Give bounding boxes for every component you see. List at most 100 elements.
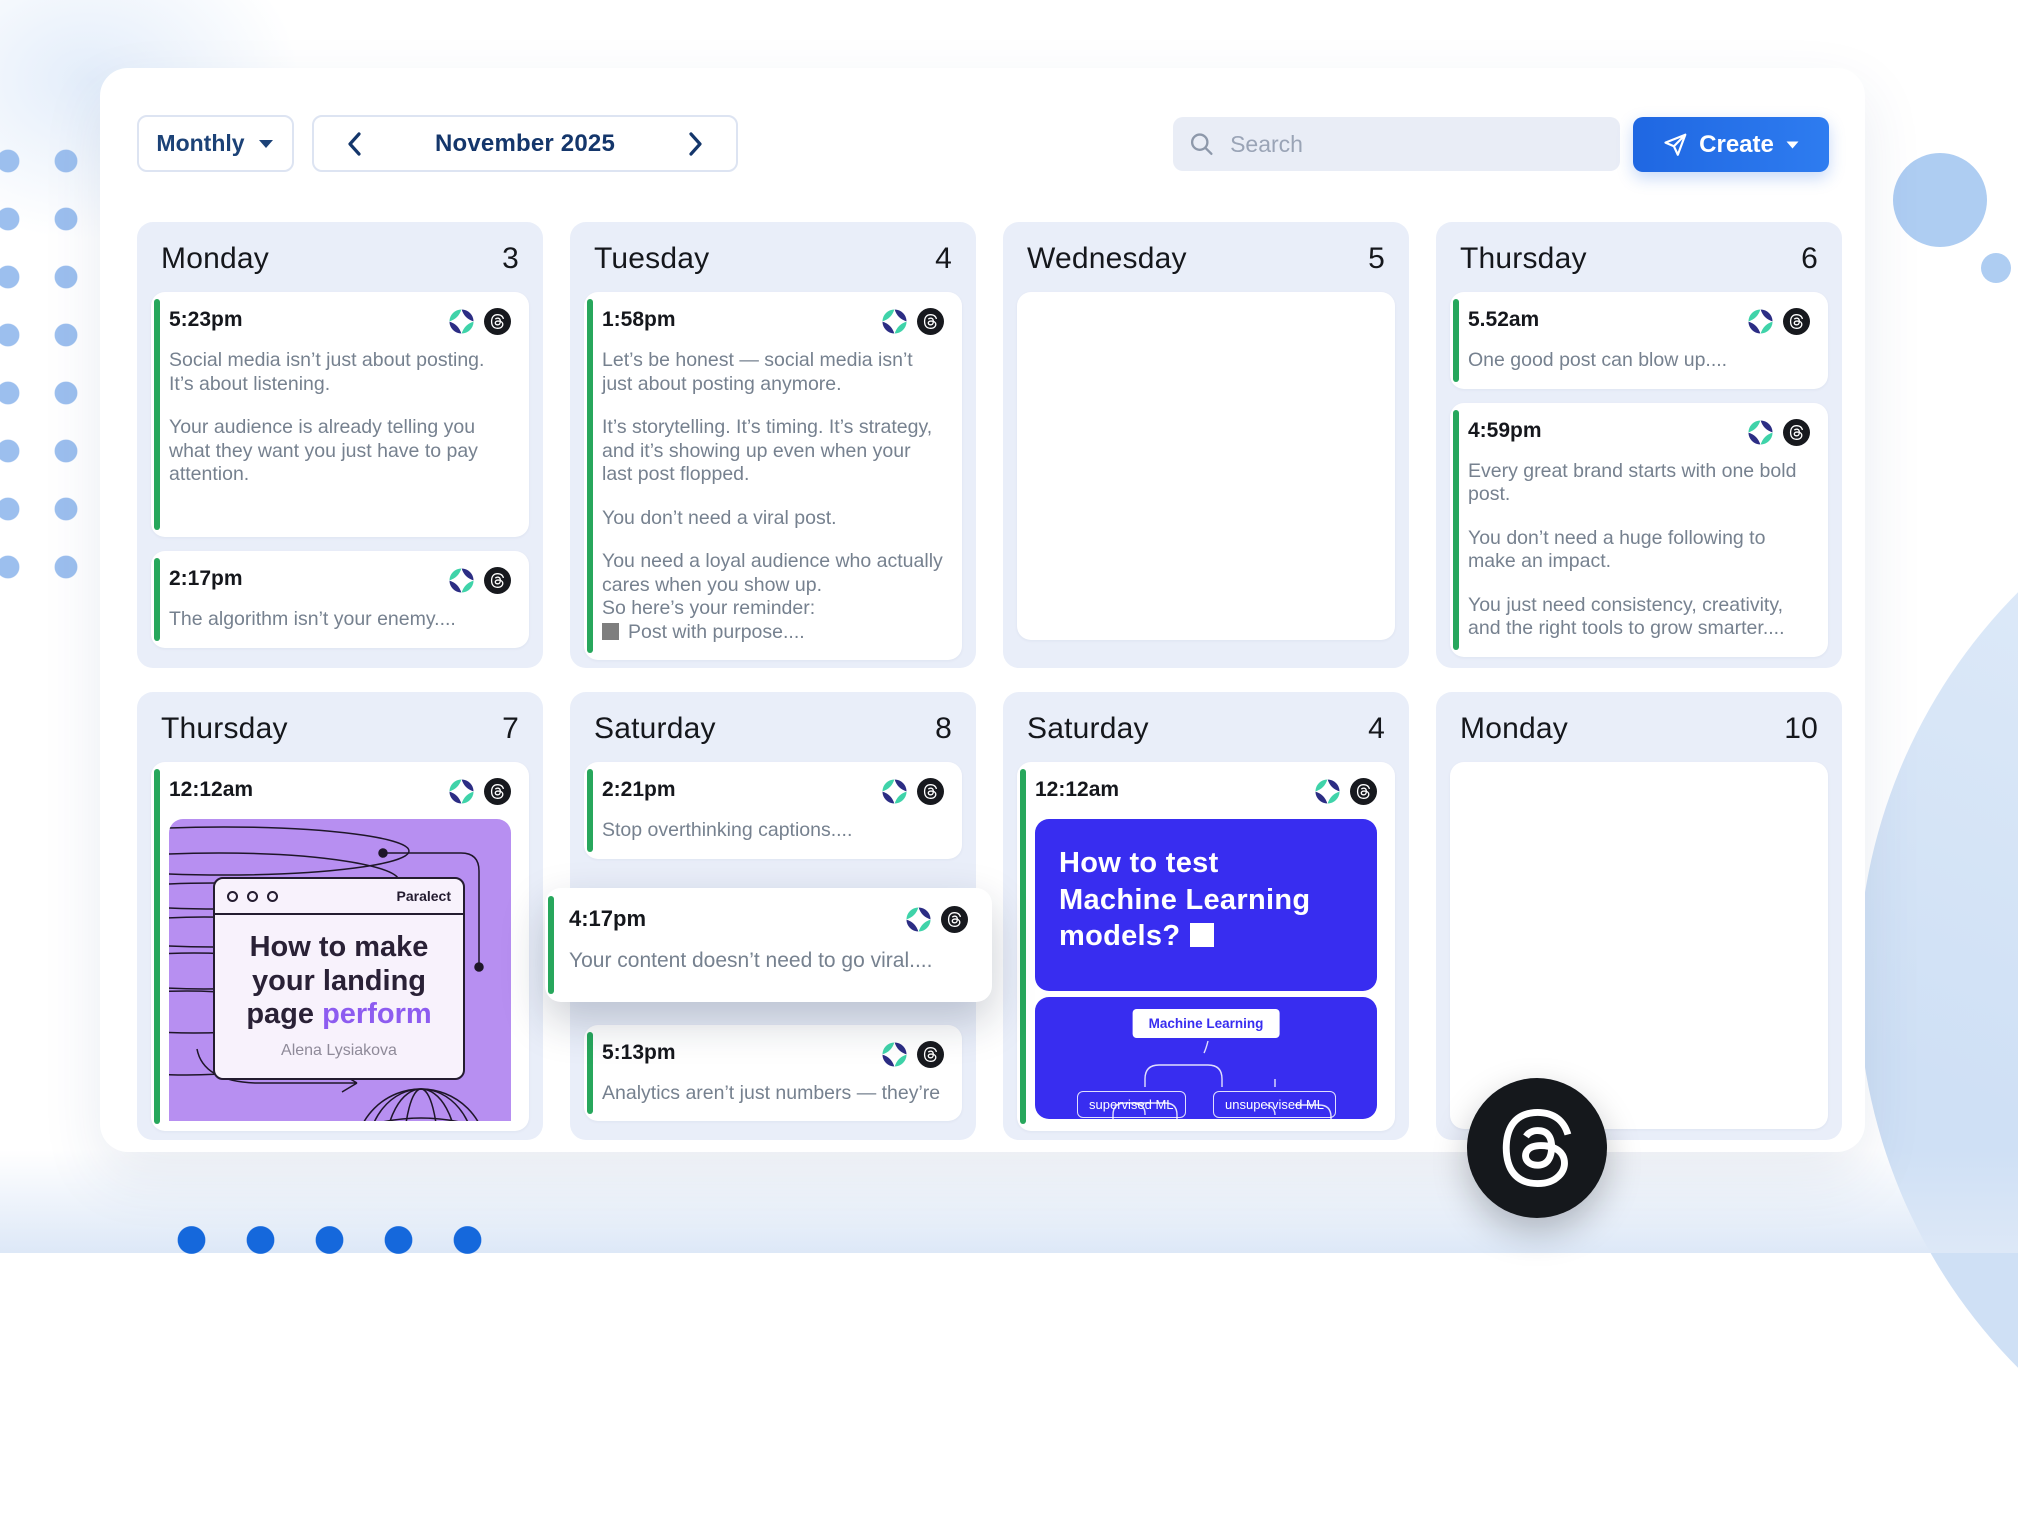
post-platform-icons <box>881 1041 944 1068</box>
post-time: 12:12am <box>169 778 253 802</box>
post-platform-icons <box>1314 778 1377 805</box>
window-dot-icon <box>227 891 238 902</box>
threads-icon <box>917 308 944 335</box>
post-image-landing-page: Paralect How to make your landing page p… <box>169 819 511 1121</box>
threads-icon <box>1350 778 1377 805</box>
post-card-with-image[interactable]: 12:12am <box>1017 762 1395 1131</box>
day-number: 4 <box>935 242 952 276</box>
image-author: Alena Lysiakova <box>221 1042 457 1060</box>
window-dot-icon <box>247 891 258 902</box>
threads-icon <box>917 778 944 805</box>
threads-icon <box>1783 308 1810 335</box>
day-name: Saturday <box>594 712 716 746</box>
post-time: 2:21pm <box>602 778 676 802</box>
flowchart-root-node: Machine Learning <box>1133 1009 1280 1038</box>
post-text: Every great brand starts with one bold p… <box>1468 460 1810 641</box>
emoji-placeholder-square <box>602 623 619 640</box>
post-card[interactable]: 5:13pm <box>584 1025 962 1122</box>
image-heading: How to make your landing page perform <box>221 931 457 1032</box>
day-number: 5 <box>1368 242 1385 276</box>
threads-icon <box>941 906 968 933</box>
dragged-post-card[interactable]: 4:17pm Your content doesn’t need to go <box>545 888 992 1002</box>
day-cell-header: Thursday 7 <box>137 692 543 762</box>
post-time: 2:17pm <box>169 567 243 591</box>
workspace-avatar-icon <box>881 308 908 335</box>
workspace-avatar-icon <box>448 308 475 335</box>
day-name: Tuesday <box>594 242 709 276</box>
empty-slot-card[interactable] <box>1017 292 1395 640</box>
day-number: 3 <box>502 242 519 276</box>
threads-icon <box>484 567 511 594</box>
search-icon <box>1189 130 1214 158</box>
chevron-right-icon <box>684 131 706 157</box>
small-blue-circle-decoration <box>1981 253 2011 283</box>
day-name: Saturday <box>1027 712 1149 746</box>
day-number: 6 <box>1801 242 1818 276</box>
post-platform-icons <box>881 308 944 335</box>
search-box[interactable] <box>1173 117 1620 171</box>
highlighted-word: perform <box>322 998 432 1030</box>
day-cell-thursday-6[interactable]: Thursday 6 5.52am <box>1436 222 1842 668</box>
bottom-dots-decoration <box>157 1226 502 1254</box>
image-title: How to test Machine Learning models? <box>1035 819 1377 981</box>
day-cell-wednesday-5[interactable]: Wednesday 5 <box>1003 222 1409 668</box>
month-navigator: November 2025 <box>312 115 738 172</box>
window-dot-icon <box>267 891 278 902</box>
post-card[interactable]: 5.52am <box>1450 292 1828 389</box>
post-text: Analytics aren’t just numbers — they’re … <box>602 1082 944 1106</box>
day-cell-header: Wednesday 5 <box>1003 222 1409 292</box>
day-name: Wednesday <box>1027 242 1187 276</box>
post-text: Your content doesn’t need to go viral...… <box>569 949 968 973</box>
post-card[interactable]: 2:21pm <box>584 762 962 859</box>
post-text: Stop overthinking captions.... <box>602 819 944 843</box>
day-number: 8 <box>935 712 952 746</box>
post-text: One good post can blow up.... <box>1468 349 1810 373</box>
browser-mockup: Paralect How to make your landing page p… <box>213 877 465 1080</box>
day-name: Monday <box>1460 712 1568 746</box>
post-time: 5:13pm <box>602 1041 676 1065</box>
threads-logo <box>1467 1078 1607 1218</box>
post-platform-icons <box>1747 419 1810 446</box>
post-platform-icons <box>905 906 968 933</box>
day-cell-header: Thursday 6 <box>1436 222 1842 292</box>
create-button-label: Create <box>1699 131 1774 159</box>
day-name: Monday <box>161 242 269 276</box>
view-mode-select[interactable]: Monthly <box>137 115 294 172</box>
post-time: 1:58pm <box>602 308 676 332</box>
empty-slot-card[interactable] <box>1450 762 1828 1129</box>
day-cell-monday-3[interactable]: Monday 3 5:23pm <box>137 222 543 668</box>
workspace-avatar-icon <box>1747 308 1774 335</box>
view-mode-label: Monthly <box>156 130 244 157</box>
previous-month-button[interactable] <box>340 129 370 159</box>
workspace-avatar-icon <box>881 778 908 805</box>
next-month-button[interactable] <box>680 129 710 159</box>
threads-icon <box>1498 1109 1576 1187</box>
month-label: November 2025 <box>435 130 615 158</box>
day-name: Thursday <box>1460 242 1587 276</box>
post-platform-icons <box>1747 308 1810 335</box>
day-cell-header: Tuesday 4 <box>570 222 976 292</box>
post-card[interactable]: 4:59pm <box>1450 403 1828 657</box>
post-text: Let’s be honest — social media isn’t jus… <box>602 349 944 644</box>
post-platform-icons <box>448 567 511 594</box>
day-cell-tuesday-4[interactable]: Tuesday 4 1:58pm <box>570 222 976 668</box>
day-cell-thursday-7[interactable]: Thursday 7 12:12am <box>137 692 543 1140</box>
threads-icon <box>917 1041 944 1068</box>
day-number: 4 <box>1368 712 1385 746</box>
post-card[interactable]: 5:23pm <box>151 292 529 537</box>
search-input[interactable] <box>1228 130 1604 159</box>
create-button[interactable]: Create <box>1633 117 1829 172</box>
workspace-avatar-icon <box>1314 778 1341 805</box>
post-card[interactable]: 1:58pm <box>584 292 962 660</box>
day-cell-saturday-4[interactable]: Saturday 4 12:12am <box>1003 692 1409 1140</box>
day-cell-header: Monday 10 <box>1436 692 1842 762</box>
post-time: 5.52am <box>1468 308 1539 332</box>
post-time: 12:12am <box>1035 778 1119 802</box>
threads-icon <box>484 308 511 335</box>
post-card-with-image[interactable]: 12:12am <box>151 762 529 1131</box>
post-platform-icons <box>448 778 511 805</box>
post-card[interactable]: 2:17pm <box>151 551 529 648</box>
send-icon <box>1662 132 1688 158</box>
chevron-left-icon <box>344 131 366 157</box>
day-cell-monday-10[interactable]: Monday 10 <box>1436 692 1842 1140</box>
